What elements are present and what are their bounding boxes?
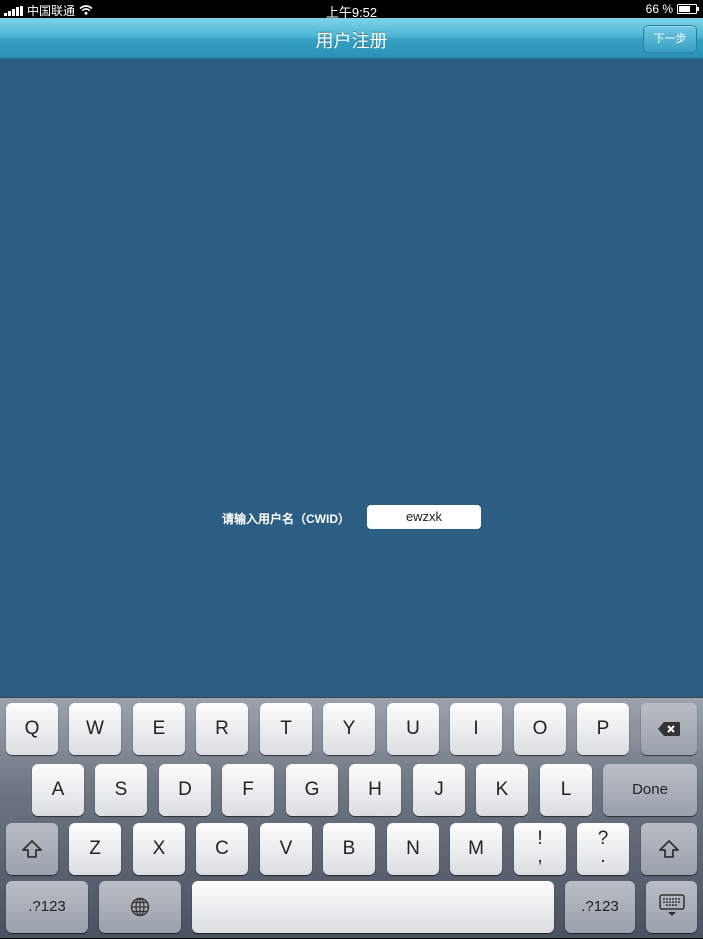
- key-question-period[interactable]: ? .: [577, 823, 629, 875]
- space-bar[interactable]: [192, 881, 554, 933]
- key-f[interactable]: F: [222, 764, 274, 816]
- key-b[interactable]: B: [323, 823, 375, 875]
- key-z[interactable]: Z: [69, 823, 121, 875]
- username-input[interactable]: [367, 505, 481, 529]
- numbers-key-left[interactable]: .?123: [6, 881, 88, 933]
- keyboard-hide-icon: [658, 894, 685, 916]
- key-x[interactable]: X: [133, 823, 185, 875]
- hide-keyboard-key[interactable]: [646, 881, 697, 933]
- battery-icon: [677, 4, 699, 14]
- key-i[interactable]: I: [450, 703, 502, 755]
- status-right: 66 %: [645, 2, 699, 16]
- shift-key-left[interactable]: [6, 823, 58, 875]
- navigation-bar: 用户注册 下一步: [0, 18, 703, 59]
- battery-percent: 66 %: [645, 2, 673, 16]
- backspace-icon: [658, 722, 680, 736]
- key-period-label: .: [600, 846, 606, 867]
- key-p[interactable]: P: [577, 703, 629, 755]
- status-bar: 中国联通 上午9:52 66 %: [0, 0, 703, 20]
- key-a[interactable]: A: [32, 764, 84, 816]
- key-o[interactable]: O: [514, 703, 566, 755]
- globe-icon: [130, 897, 150, 917]
- key-comma-label: ,: [537, 846, 543, 867]
- key-s[interactable]: S: [95, 764, 147, 816]
- key-l[interactable]: L: [540, 764, 592, 816]
- key-m[interactable]: M: [450, 823, 502, 875]
- done-key[interactable]: Done: [603, 764, 697, 816]
- page-title: 用户注册: [315, 31, 388, 51]
- key-exclamation-comma[interactable]: ! ,: [514, 823, 566, 875]
- key-y[interactable]: Y: [323, 703, 375, 755]
- shift-icon: [659, 840, 679, 858]
- key-c[interactable]: C: [196, 823, 248, 875]
- key-j[interactable]: J: [413, 764, 465, 816]
- key-d[interactable]: D: [159, 764, 211, 816]
- key-e[interactable]: E: [133, 703, 185, 755]
- shift-key-right[interactable]: [641, 823, 697, 875]
- onscreen-keyboard: Q W E R T Y U I O P A S D F G H J K L Do…: [0, 697, 703, 938]
- language-key[interactable]: [99, 881, 181, 933]
- key-q[interactable]: Q: [6, 703, 58, 755]
- numbers-key-right[interactable]: .?123: [565, 881, 635, 933]
- key-t[interactable]: T: [260, 703, 312, 755]
- key-u[interactable]: U: [387, 703, 439, 755]
- next-step-button[interactable]: 下一步: [643, 25, 697, 53]
- key-g[interactable]: G: [286, 764, 338, 816]
- shift-icon: [22, 840, 42, 858]
- key-r[interactable]: R: [196, 703, 248, 755]
- registration-panel: 请输入用户名（CWID）: [0, 59, 703, 697]
- key-h[interactable]: H: [349, 764, 401, 816]
- key-n[interactable]: N: [387, 823, 439, 875]
- key-k[interactable]: K: [476, 764, 528, 816]
- key-w[interactable]: W: [69, 703, 121, 755]
- key-v[interactable]: V: [260, 823, 312, 875]
- delete-key[interactable]: [641, 703, 697, 755]
- username-label: 请输入用户名（CWID）: [222, 512, 350, 526]
